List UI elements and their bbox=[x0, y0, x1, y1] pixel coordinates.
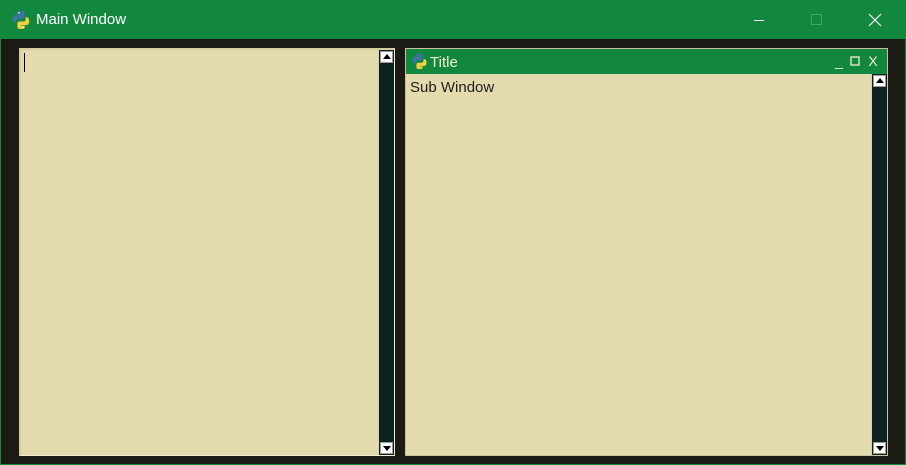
scroll-down-button[interactable] bbox=[380, 442, 393, 454]
close-icon bbox=[868, 13, 882, 27]
scroll-up-button[interactable] bbox=[873, 75, 886, 87]
scroll-down-button[interactable] bbox=[873, 442, 886, 454]
main-titlebar[interactable]: Main Window bbox=[1, 1, 905, 39]
window-title: Main Window bbox=[36, 11, 127, 28]
left-vertical-scrollbar[interactable] bbox=[378, 50, 394, 455]
minimize-icon bbox=[754, 20, 764, 21]
arrow-down-icon bbox=[876, 446, 884, 451]
arrow-up-icon bbox=[876, 78, 884, 83]
maximize-icon bbox=[850, 56, 860, 66]
python-logo-icon bbox=[11, 10, 31, 30]
sub-close-button[interactable]: X bbox=[864, 52, 882, 70]
main-window: Main Window Title _ X Sub Window bbox=[0, 0, 906, 465]
minimize-button[interactable] bbox=[730, 1, 788, 39]
text-caret bbox=[24, 53, 25, 72]
sub-maximize-button[interactable] bbox=[846, 52, 864, 70]
sub-window-body[interactable]: Sub Window bbox=[406, 74, 887, 455]
python-logo-icon bbox=[411, 53, 428, 70]
sub-window: Title _ X Sub Window bbox=[405, 48, 888, 456]
arrow-down-icon bbox=[383, 446, 391, 451]
sub-window-text: Sub Window bbox=[410, 79, 495, 96]
maximize-icon bbox=[811, 14, 822, 25]
arrow-up-icon bbox=[383, 54, 391, 59]
sub-vertical-scrollbar[interactable] bbox=[871, 74, 887, 455]
sub-window-title: Title bbox=[430, 54, 458, 71]
scroll-up-button[interactable] bbox=[380, 51, 393, 63]
maximize-button[interactable] bbox=[788, 1, 846, 39]
left-text-area[interactable] bbox=[19, 48, 395, 456]
close-button[interactable] bbox=[846, 1, 904, 39]
sub-window-titlebar[interactable]: Title _ X bbox=[406, 49, 887, 74]
